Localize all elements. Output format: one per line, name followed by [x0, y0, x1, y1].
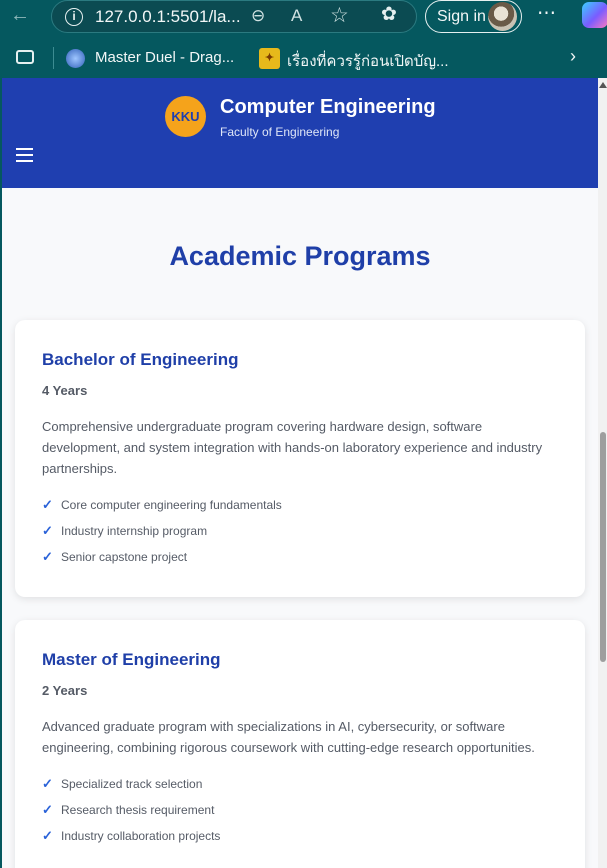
page-viewport: KKU Computer Engineering Faculty of Engi…	[2, 78, 598, 868]
check-icon: ✓	[42, 776, 53, 791]
hamburger-menu-icon[interactable]	[16, 148, 33, 163]
feature-label: Industry collaboration projects	[61, 829, 221, 843]
program-title: Bachelor of Engineering	[42, 350, 239, 369]
program-description: Comprehensive undergraduate program cove…	[42, 419, 543, 476]
url-text[interactable]: 127.0.0.1:5501/la...	[95, 7, 241, 27]
feature-label: Specialized track selection	[61, 777, 203, 791]
divider	[53, 47, 54, 69]
page-title: Academic Programs	[169, 241, 431, 271]
avatar	[488, 2, 517, 31]
feature-item: ✓ Industry collaboration projects	[42, 828, 220, 854]
sign-in-button[interactable]: Sign in	[425, 0, 522, 33]
logo[interactable]: KKU	[165, 96, 206, 137]
feature-label: Research thesis requirement	[61, 803, 215, 817]
feature-list: ✓ Specialized track selection ✓ Research t…	[42, 776, 220, 854]
scrollbar[interactable]	[598, 78, 607, 868]
globe-icon	[66, 49, 85, 68]
feature-label: Core computer engineering fundamentals	[61, 498, 282, 512]
check-icon: ✓	[42, 828, 53, 843]
scroll-thumb[interactable]	[600, 432, 606, 662]
back-arrow-icon[interactable]: ←	[10, 4, 30, 27]
program-card: Bachelor of Engineering 4 Years Comprehe…	[15, 320, 585, 597]
feature-item: ✓ Research thesis requirement	[42, 802, 220, 828]
program-duration: 4 Years	[42, 383, 88, 398]
program-description: Advanced graduate program with specializ…	[42, 719, 535, 755]
tab-actions-icon[interactable]	[16, 50, 34, 64]
scroll-up-icon[interactable]	[599, 82, 607, 88]
program-card: Master of Engineering 2 Years Advanced g…	[15, 620, 585, 868]
copilot-icon[interactable]	[582, 2, 607, 28]
info-icon[interactable]: i	[65, 8, 83, 26]
feature-item: ✓ Core computer engineering fundamentals	[42, 497, 282, 523]
site-title: Computer Engineering	[220, 96, 436, 118]
check-icon: ✓	[42, 549, 53, 564]
site-header: KKU Computer Engineering Faculty of Engi…	[2, 78, 598, 188]
feature-list: ✓ Core computer engineering fundamentals …	[42, 497, 282, 575]
feature-label: Senior capstone project	[61, 550, 188, 564]
zoom-out-icon[interactable]: ⊖	[251, 6, 265, 26]
check-icon: ✓	[42, 497, 53, 512]
program-duration: 2 Years	[42, 683, 88, 698]
program-title: Master of Engineering	[42, 650, 221, 669]
favorite-star-icon[interactable]: ☆	[330, 3, 349, 28]
bookmark-label: เรื่องที่ควรรู้ก่อนเปิดบัญ...	[287, 53, 449, 70]
address-bar[interactable]: i 127.0.0.1:5501/la... ⊖ A ☆	[51, 0, 417, 33]
chevron-right-icon[interactable]: ›	[570, 46, 576, 67]
extensions-icon[interactable]: ✿	[381, 3, 397, 26]
sign-in-label: Sign in	[437, 8, 486, 25]
check-icon: ✓	[42, 802, 53, 817]
feature-item: ✓ Senior capstone project	[42, 549, 282, 575]
check-icon: ✓	[42, 523, 53, 538]
bookmark-label: Master Duel - Drag...	[95, 49, 235, 66]
bookmarks-bar: Master Duel - Drag... ✦ เรื่องที่ควรรู้ก…	[0, 38, 607, 78]
browser-toolbar: ← i 127.0.0.1:5501/la... ⊖ A ☆ ✿ Sign in…	[0, 0, 607, 33]
feature-item: ✓ Industry internship program	[42, 523, 282, 549]
site-subtitle: Faculty of Engineering	[220, 125, 340, 139]
feature-item: ✓ Specialized track selection	[42, 776, 220, 802]
feature-label: Industry internship program	[61, 524, 208, 538]
bank-logo-icon: ✦	[259, 48, 280, 69]
read-aloud-icon[interactable]: A	[291, 6, 302, 26]
more-icon[interactable]: ⋯	[537, 2, 557, 25]
